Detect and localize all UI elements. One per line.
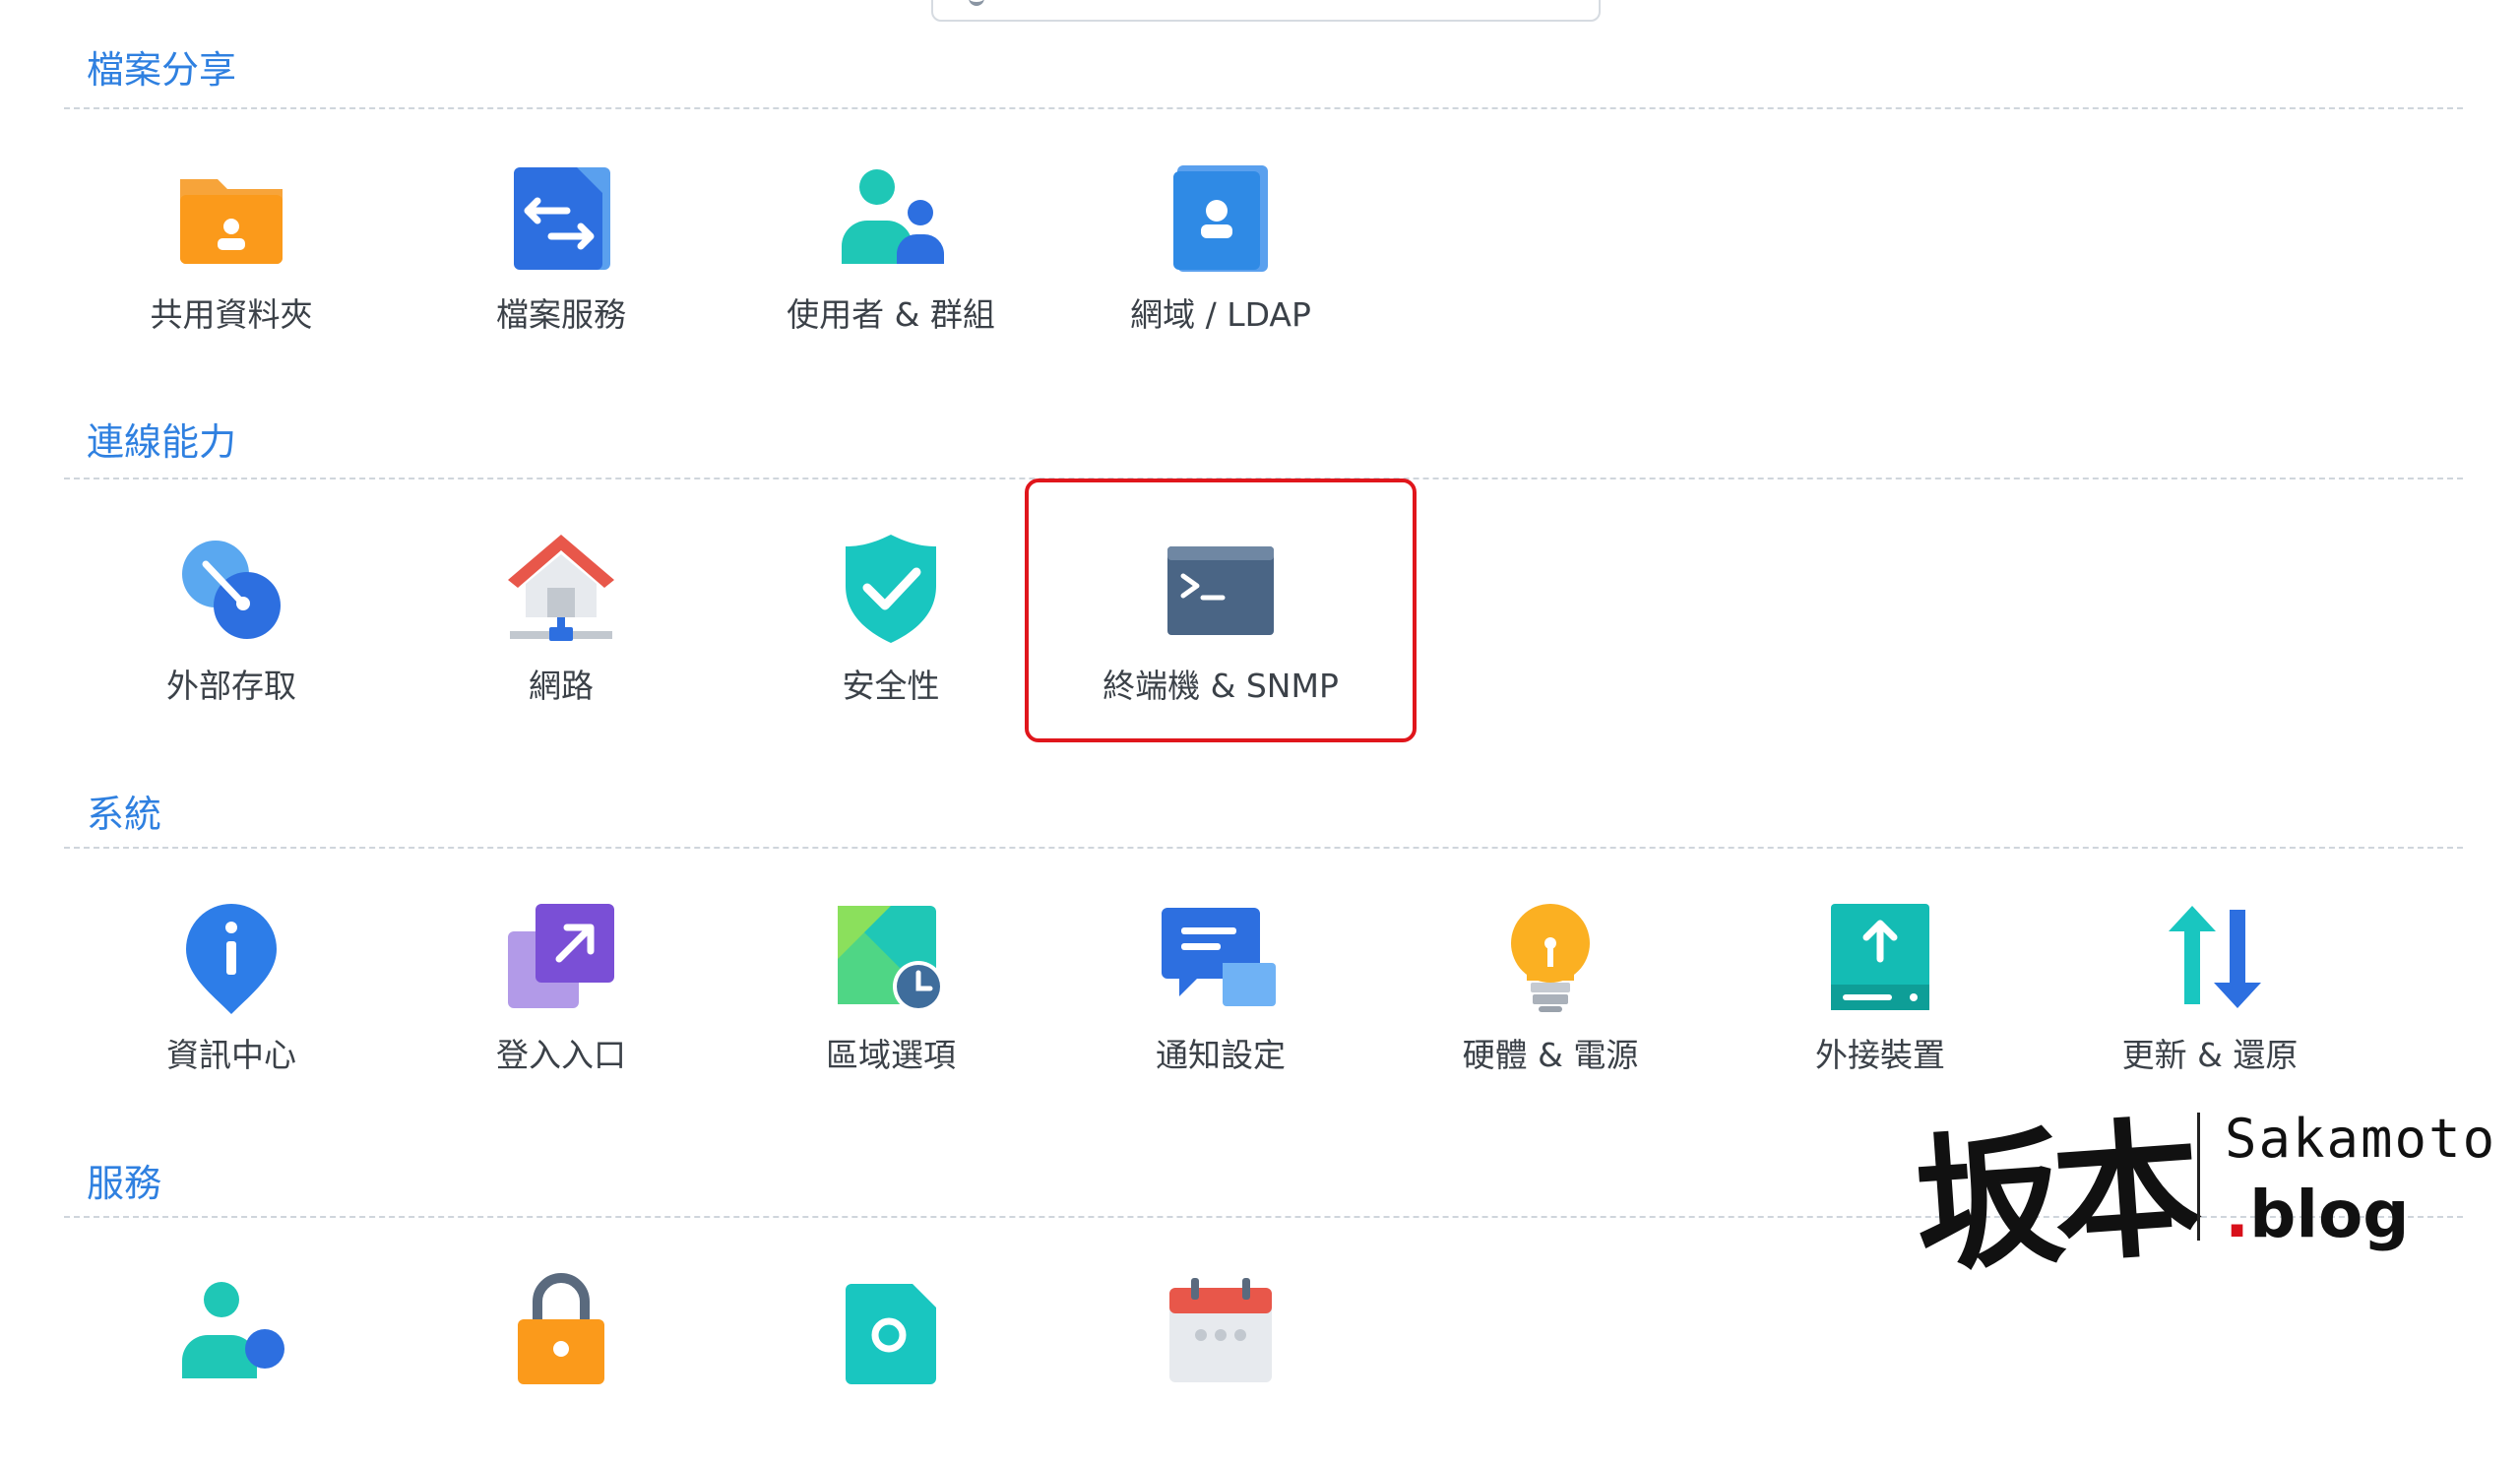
tile-label: 檔案服務	[496, 295, 626, 334]
search-icon	[969, 0, 984, 6]
tile-notification[interactable]: 通知設定	[1063, 859, 1378, 1095]
section-divider	[64, 107, 2463, 109]
tile-domain-ldap[interactable]: 網域 / LDAP	[1063, 118, 1378, 354]
tile-label: 共用資料夾	[150, 295, 313, 334]
users-groups-icon	[842, 169, 944, 264]
tile-security[interactable]: 安全性	[733, 489, 1048, 726]
tile-label: 安全性	[842, 667, 940, 705]
tile-label: 網路	[529, 667, 594, 705]
tile-external-access[interactable]: 外部存取	[74, 489, 389, 726]
section-title-services: 服務	[87, 1162, 162, 1205]
watermark-divider	[2197, 1113, 2200, 1241]
notification-icon	[1162, 908, 1276, 1006]
tile-login-portal[interactable]: 登入入口	[404, 859, 719, 1095]
domain-ldap-icon	[1173, 165, 1268, 272]
section-title-file-sharing: 檔案分享	[87, 48, 237, 92]
tile-hardware-power[interactable]: 硬體 & 電源	[1393, 859, 1708, 1095]
tile-regional-options[interactable]: 區域選項	[733, 859, 1048, 1095]
tile-label: 登入入口	[496, 1036, 626, 1074]
shared-folder-icon	[180, 179, 283, 264]
section-title-system: 系統	[87, 793, 162, 836]
synology-account-icon	[182, 1282, 284, 1378]
watermark-line1: Sakamoto	[2225, 1108, 2497, 1170]
regional-options-icon	[838, 906, 944, 1012]
watermark-dot: .	[2225, 1177, 2250, 1252]
security-icon	[846, 535, 936, 643]
network-icon	[508, 535, 614, 641]
tile-label: 區域選項	[826, 1036, 956, 1074]
external-devices-icon	[1831, 904, 1929, 1010]
search-input[interactable]	[931, 0, 1601, 22]
hardware-power-icon	[1511, 904, 1590, 1012]
section-title-connectivity: 連線能力	[87, 420, 237, 464]
tile-label: 使用者 & 群組	[787, 295, 995, 334]
tile-label: 硬體 & 電源	[1462, 1036, 1639, 1074]
login-portal-icon	[508, 904, 614, 1008]
file-services-icon	[514, 167, 610, 270]
external-access-icon	[182, 541, 281, 639]
watermark-blog: blog	[2249, 1177, 2410, 1252]
tile-label: 網域 / LDAP	[1130, 295, 1311, 334]
highlight-frame	[1025, 478, 1417, 742]
tile-network[interactable]: 網路	[404, 489, 719, 726]
application-privileges-icon	[518, 1273, 604, 1384]
tile-users-groups[interactable]: 使用者 & 群組	[733, 118, 1048, 354]
tile-update-restore[interactable]: 更新 & 還原	[2052, 859, 2367, 1095]
tile-label: 資訊中心	[166, 1036, 296, 1074]
update-restore-icon	[2169, 906, 2261, 1008]
tile-label: 通知設定	[1156, 1036, 1286, 1074]
tile-application-privileges[interactable]	[404, 1231, 719, 1467]
tile-info-center[interactable]: 資訊中心	[74, 859, 389, 1095]
tile-task-scheduler[interactable]	[1063, 1231, 1378, 1467]
info-center-icon	[186, 904, 277, 1014]
watermark-line2: .blog	[2225, 1177, 2410, 1252]
tile-indexing-service[interactable]	[733, 1231, 1048, 1467]
tile-file-services[interactable]: 檔案服務	[404, 118, 719, 354]
tile-synology-account[interactable]	[74, 1231, 389, 1467]
tile-external-devices[interactable]: 外接裝置	[1723, 859, 2038, 1095]
section-divider	[64, 847, 2463, 849]
tile-label: 外部存取	[166, 667, 296, 705]
task-scheduler-icon	[1169, 1278, 1272, 1382]
watermark-cjk: 坂本	[1910, 1101, 2197, 1294]
tile-shared-folder[interactable]: 共用資料夾	[74, 118, 389, 354]
indexing-service-icon	[846, 1284, 936, 1384]
watermark-logo: 坂本 Sakamoto .blog	[1910, 1068, 2494, 1293]
